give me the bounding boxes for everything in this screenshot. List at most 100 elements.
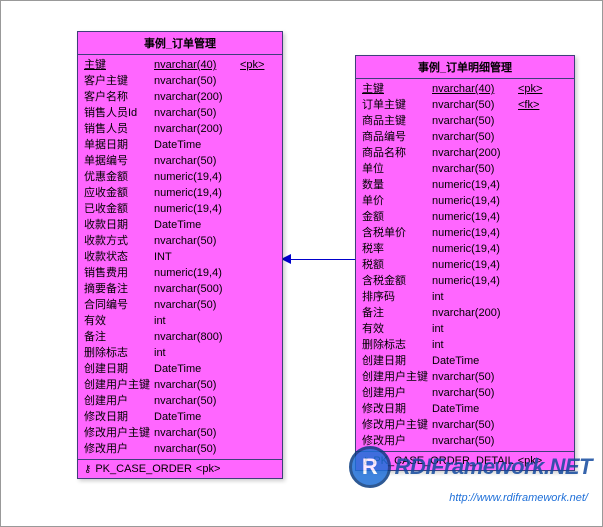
- column-row[interactable]: 数量numeric(19,4): [362, 177, 568, 193]
- column-row[interactable]: 创建用户nvarchar(50): [84, 393, 276, 409]
- column-row[interactable]: 已收金额numeric(19,4): [84, 201, 276, 217]
- er-diagram-canvas: 事例_订单管理 主键nvarchar(40)<pk>客户主键nvarchar(5…: [0, 0, 603, 527]
- column-type: numeric(19,4): [154, 185, 240, 201]
- column-row[interactable]: 销售人员Idnvarchar(50): [84, 105, 276, 121]
- column-key: [518, 145, 548, 161]
- column-type: INT: [154, 249, 240, 265]
- key-icon: ⚷: [362, 456, 369, 467]
- column-name: 备注: [84, 329, 154, 345]
- column-type: nvarchar(50): [154, 425, 240, 441]
- column-name: 修改用户主键: [362, 417, 432, 433]
- column-type: DateTime: [154, 137, 240, 153]
- column-type: nvarchar(50): [154, 73, 240, 89]
- column-row[interactable]: 删除标志int: [84, 345, 276, 361]
- column-key: [240, 121, 270, 137]
- column-row[interactable]: 修改日期DateTime: [84, 409, 276, 425]
- column-row[interactable]: 修改用户主键nvarchar(50): [362, 417, 568, 433]
- column-row[interactable]: 有效int: [84, 313, 276, 329]
- column-row[interactable]: 税额numeric(19,4): [362, 257, 568, 273]
- column-name: 销售人员Id: [84, 105, 154, 121]
- column-key: [518, 417, 548, 433]
- column-type: nvarchar(200): [154, 89, 240, 105]
- column-name: 已收金额: [84, 201, 154, 217]
- column-row[interactable]: 修改用户nvarchar(50): [84, 441, 276, 457]
- column-row[interactable]: 单价numeric(19,4): [362, 193, 568, 209]
- entity-order-detail[interactable]: 事例_订单明细管理 主键nvarchar(40)<pk>订单主键nvarchar…: [355, 55, 575, 471]
- column-row[interactable]: 单位nvarchar(50): [362, 161, 568, 177]
- column-row[interactable]: 含税单价numeric(19,4): [362, 225, 568, 241]
- column-type: DateTime: [154, 409, 240, 425]
- column-row[interactable]: 摘要备注nvarchar(500): [84, 281, 276, 297]
- column-name: 客户名称: [84, 89, 154, 105]
- column-row[interactable]: 收款状态INT: [84, 249, 276, 265]
- column-row[interactable]: 收款日期DateTime: [84, 217, 276, 233]
- column-row[interactable]: 备注nvarchar(200): [362, 305, 568, 321]
- column-type: nvarchar(50): [154, 233, 240, 249]
- column-row[interactable]: 优惠金额numeric(19,4): [84, 169, 276, 185]
- column-row[interactable]: 创建用户主键nvarchar(50): [84, 377, 276, 393]
- column-row[interactable]: 客户名称nvarchar(200): [84, 89, 276, 105]
- column-key: [518, 273, 548, 289]
- column-type: int: [432, 289, 518, 305]
- column-row[interactable]: 创建日期DateTime: [84, 361, 276, 377]
- column-key: [518, 129, 548, 145]
- column-type: numeric(19,4): [154, 169, 240, 185]
- entity-order-constraint: ⚷ PK_CASE_ORDER <pk>: [78, 459, 282, 478]
- column-row[interactable]: 收款方式nvarchar(50): [84, 233, 276, 249]
- column-row[interactable]: 单据编号nvarchar(50): [84, 153, 276, 169]
- column-type: nvarchar(200): [432, 145, 518, 161]
- column-row[interactable]: 销售人员nvarchar(200): [84, 121, 276, 137]
- column-row[interactable]: 商品主键nvarchar(50): [362, 113, 568, 129]
- column-row[interactable]: 排序码int: [362, 289, 568, 305]
- column-row[interactable]: 含税金额numeric(19,4): [362, 273, 568, 289]
- column-name: 订单主键: [362, 97, 432, 113]
- column-key: [518, 401, 548, 417]
- column-type: nvarchar(50): [432, 161, 518, 177]
- column-row[interactable]: 商品名称nvarchar(200): [362, 145, 568, 161]
- column-name: 应收金额: [84, 185, 154, 201]
- column-key: [240, 265, 270, 281]
- constraint-tag: <pk>: [518, 455, 542, 467]
- column-row[interactable]: 金额numeric(19,4): [362, 209, 568, 225]
- column-name: 修改用户主键: [84, 425, 154, 441]
- entity-order[interactable]: 事例_订单管理 主键nvarchar(40)<pk>客户主键nvarchar(5…: [77, 31, 283, 479]
- column-key: [240, 169, 270, 185]
- column-type: nvarchar(200): [154, 121, 240, 137]
- column-type: numeric(19,4): [432, 209, 518, 225]
- column-row[interactable]: 主键nvarchar(40)<pk>: [362, 81, 568, 97]
- column-name: 创建日期: [362, 353, 432, 369]
- column-row[interactable]: 税率numeric(19,4): [362, 241, 568, 257]
- column-type: nvarchar(50): [432, 369, 518, 385]
- column-type: int: [432, 321, 518, 337]
- column-row[interactable]: 修改日期DateTime: [362, 401, 568, 417]
- column-row[interactable]: 客户主键nvarchar(50): [84, 73, 276, 89]
- column-type: nvarchar(800): [154, 329, 240, 345]
- watermark-url: http://www.rdiframework.net/: [449, 492, 588, 504]
- column-row[interactable]: 应收金额numeric(19,4): [84, 185, 276, 201]
- column-type: nvarchar(50): [432, 113, 518, 129]
- entity-order-detail-title: 事例_订单明细管理: [356, 56, 574, 79]
- column-row[interactable]: 创建日期DateTime: [362, 353, 568, 369]
- column-row[interactable]: 备注nvarchar(800): [84, 329, 276, 345]
- column-row[interactable]: 修改用户nvarchar(50): [362, 433, 568, 449]
- column-name: 收款方式: [84, 233, 154, 249]
- column-row[interactable]: 订单主键nvarchar(50)<fk>: [362, 97, 568, 113]
- column-row[interactable]: 单据日期DateTime: [84, 137, 276, 153]
- column-key: [240, 329, 270, 345]
- column-row[interactable]: 修改用户主键nvarchar(50): [84, 425, 276, 441]
- column-type: DateTime: [432, 401, 518, 417]
- column-row[interactable]: 创建用户主键nvarchar(50): [362, 369, 568, 385]
- column-row[interactable]: 主键nvarchar(40)<pk>: [84, 57, 276, 73]
- column-type: nvarchar(200): [432, 305, 518, 321]
- column-row[interactable]: 销售费用numeric(19,4): [84, 265, 276, 281]
- column-name: 税率: [362, 241, 432, 257]
- column-row[interactable]: 合同编号nvarchar(50): [84, 297, 276, 313]
- column-row[interactable]: 删除标志int: [362, 337, 568, 353]
- column-type: nvarchar(50): [432, 129, 518, 145]
- column-key: [240, 409, 270, 425]
- column-row[interactable]: 有效int: [362, 321, 568, 337]
- column-row[interactable]: 商品编号nvarchar(50): [362, 129, 568, 145]
- column-type: numeric(19,4): [432, 257, 518, 273]
- column-row[interactable]: 创建用户nvarchar(50): [362, 385, 568, 401]
- column-key: [518, 113, 548, 129]
